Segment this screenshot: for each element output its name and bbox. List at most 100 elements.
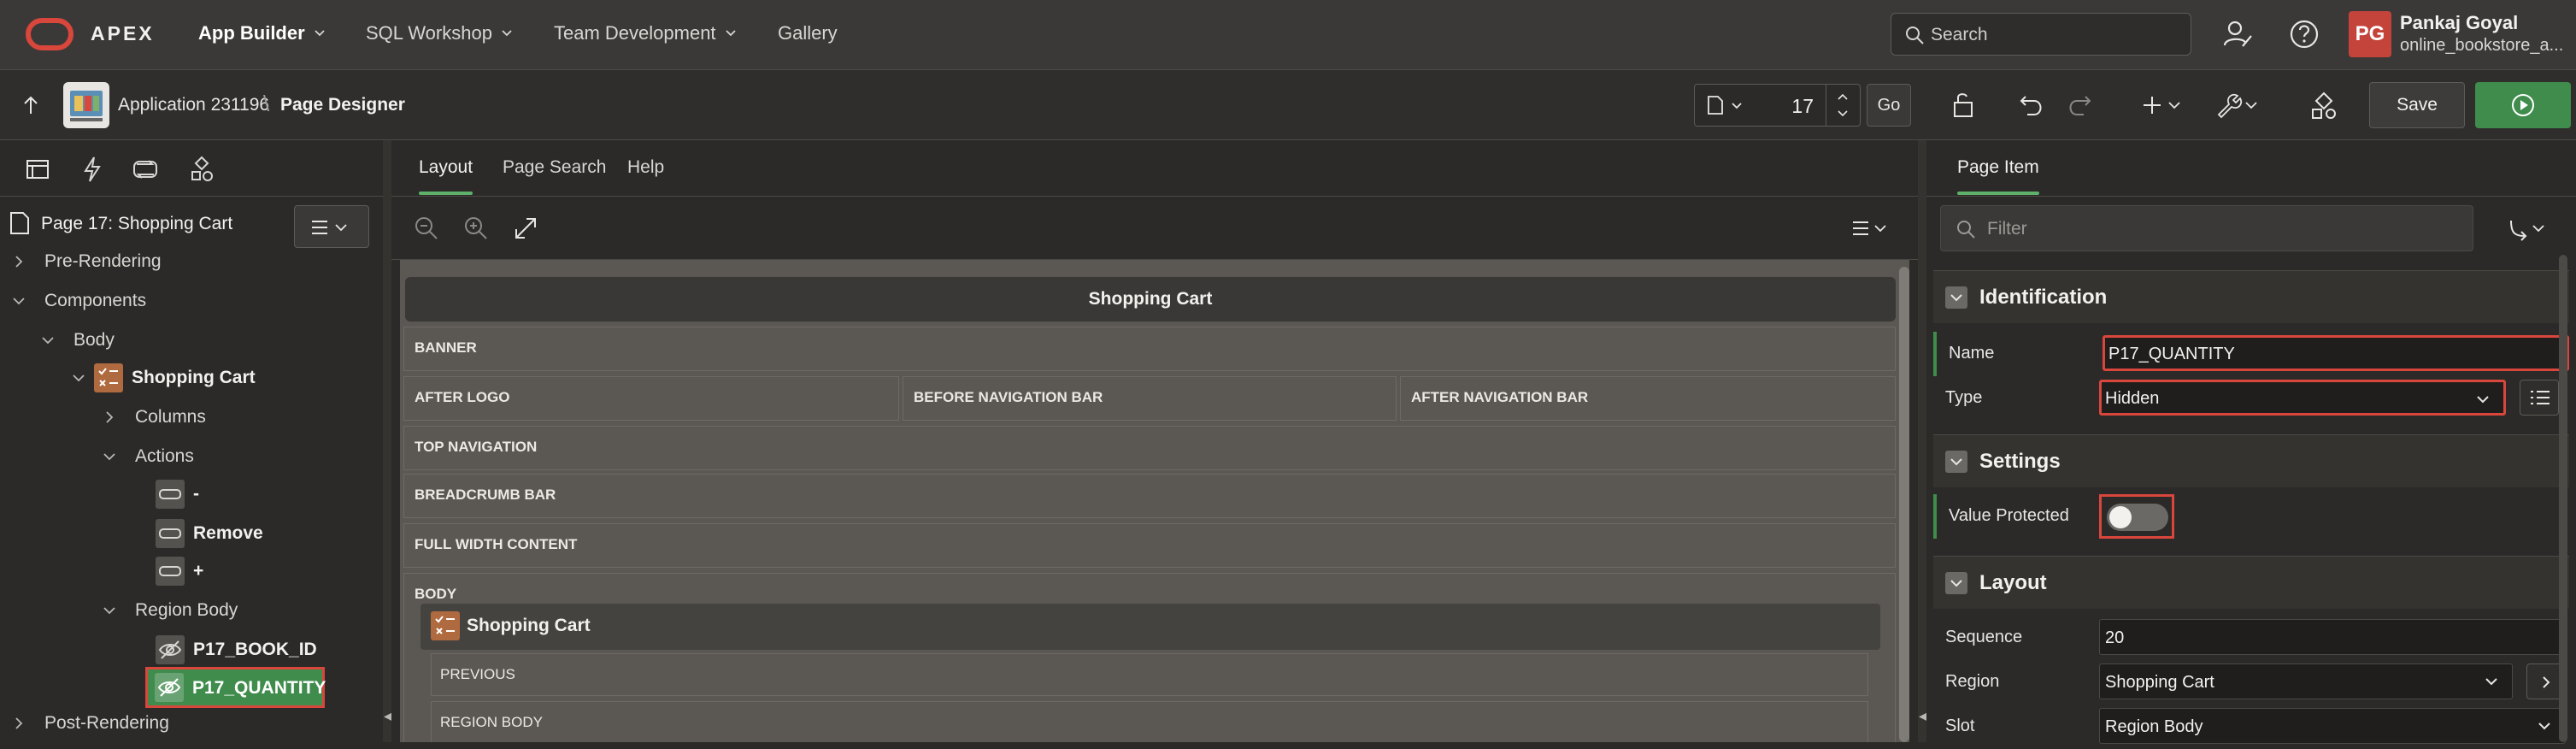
- slot-before-navigation-bar[interactable]: BEFORE NAVIGATION BAR: [903, 376, 1397, 421]
- slot-full-width-content[interactable]: FULL WIDTH CONTENT: [403, 523, 1896, 568]
- section-layout[interactable]: Layout: [1933, 556, 2569, 609]
- right-splitter[interactable]: ◀: [1918, 140, 1928, 742]
- region-select[interactable]: Shopping Cart: [2099, 663, 2513, 699]
- section-identification[interactable]: Identification: [1933, 270, 2569, 323]
- type-select[interactable]: Hidden: [2099, 380, 2506, 416]
- slot-after-logo[interactable]: AFTER LOGO: [403, 376, 899, 421]
- slot-breadcrumb-bar[interactable]: BREADCRUMB BAR: [403, 474, 1896, 518]
- property-label: Slot: [1945, 717, 1975, 735]
- tree-node-actions[interactable]: Actions: [0, 439, 383, 474]
- canvas-scrollbar[interactable]: [1899, 267, 1909, 742]
- utilities-wrench-icon[interactable]: [2214, 89, 2261, 121]
- arrow-up-icon[interactable]: [21, 94, 41, 116]
- user-avatar[interactable]: PG: [2349, 11, 2391, 57]
- list-options-button[interactable]: [2520, 380, 2559, 416]
- save-button[interactable]: Save: [2369, 82, 2465, 128]
- tree-node-action-minus[interactable]: -: [0, 477, 383, 511]
- page-tree-title[interactable]: Page 17: Shopping Cart: [41, 214, 232, 234]
- chevron-up-icon[interactable]: [1837, 91, 1849, 102]
- page-number-value[interactable]: 17: [1791, 95, 1814, 118]
- tree-node-region-body[interactable]: Region Body: [0, 593, 383, 628]
- property-editor-scrollbar[interactable]: [2559, 255, 2567, 742]
- tree-node-columns[interactable]: Columns: [0, 400, 383, 434]
- search-icon: [1957, 221, 1975, 239]
- slot-banner[interactable]: BANNER: [403, 327, 1896, 371]
- property-region-row: Region Shopping Cart: [1933, 660, 2569, 705]
- global-search-input[interactable]: Search: [1891, 13, 2191, 56]
- page-number-selector[interactable]: 17: [1694, 84, 1861, 127]
- nav-menu-sql-workshop[interactable]: SQL Workshop: [366, 22, 513, 44]
- left-splitter[interactable]: ◀: [383, 140, 393, 742]
- tab-help[interactable]: Help: [627, 157, 664, 178]
- collapse-toggle[interactable]: [1945, 451, 1967, 473]
- lock-page-icon[interactable]: [1947, 89, 1979, 121]
- tab-layout[interactable]: Layout: [419, 157, 473, 195]
- chevron-down-icon[interactable]: [103, 604, 116, 617]
- property-filter-input[interactable]: Filter: [1940, 205, 2473, 251]
- collapse-toggle[interactable]: [1945, 572, 1967, 594]
- slot-region-body[interactable]: REGION BODY: [431, 701, 1868, 742]
- name-field[interactable]: P17_QUANTITY: [2103, 335, 2569, 371]
- tree-node-pre-rendering[interactable]: Pre-Rendering: [0, 245, 383, 279]
- slot-after-navigation-bar[interactable]: AFTER NAVIGATION BAR: [1400, 376, 1896, 421]
- value-protected-toggle[interactable]: [2107, 504, 2168, 531]
- tree-node-p17-book-id[interactable]: P17_BOOK_ID: [0, 633, 383, 667]
- create-menu-icon[interactable]: [2140, 89, 2188, 121]
- tab-page-item[interactable]: Page Item: [1957, 157, 2039, 195]
- tree-node-shopping-cart-region[interactable]: Shopping Cart: [0, 361, 383, 395]
- chevron-down-icon[interactable]: [1837, 109, 1849, 119]
- processing-tab-icon[interactable]: [128, 152, 162, 186]
- user-name[interactable]: Pankaj Goyal: [2400, 12, 2518, 34]
- expand-icon[interactable]: [511, 214, 540, 243]
- collapse-toggle[interactable]: [1945, 286, 1967, 309]
- redo-icon[interactable]: [2063, 89, 2096, 121]
- rendering-tab-icon[interactable]: [21, 152, 55, 186]
- page-number-stepper[interactable]: [1826, 85, 1860, 126]
- tree-node-action-remove[interactable]: Remove: [0, 516, 383, 551]
- slot-top-navigation[interactable]: TOP NAVIGATION: [403, 426, 1896, 470]
- chevron-down-icon[interactable]: [41, 333, 55, 347]
- property-name-row: Name P17_QUANTITY: [1933, 332, 2569, 376]
- shared-components-icon[interactable]: [2308, 89, 2340, 121]
- tree-node-components[interactable]: Components: [0, 284, 383, 318]
- tab-page-search[interactable]: Page Search: [503, 157, 606, 178]
- user-workspace[interactable]: online_bookstore_a...: [2400, 36, 2571, 56]
- nav-menu-team-development[interactable]: Team Development: [554, 22, 737, 44]
- chevron-down-icon[interactable]: [103, 450, 116, 463]
- chevron-right-icon[interactable]: [12, 717, 26, 730]
- sequence-field[interactable]: 20: [2099, 619, 2566, 655]
- slot-select[interactable]: Region Body: [2099, 708, 2566, 744]
- report-region-icon: [94, 363, 123, 392]
- shared-components-tab-icon[interactable]: [185, 152, 219, 186]
- canvas-region-shopping-cart[interactable]: Shopping Cart: [421, 604, 1880, 650]
- dynamic-actions-tab-icon[interactable]: [75, 152, 109, 186]
- tree-node-body[interactable]: Body: [0, 323, 383, 357]
- tree-node-p17-quantity[interactable]: P17_QUANTITY: [145, 667, 326, 708]
- tree-node-post-rendering[interactable]: Post-Rendering: [0, 706, 383, 740]
- slot-previous[interactable]: PREVIOUS: [431, 653, 1868, 696]
- go-button[interactable]: Go: [1867, 84, 1911, 127]
- nav-menu-app-builder[interactable]: App Builder: [198, 22, 326, 44]
- application-icon[interactable]: [63, 82, 109, 128]
- zoom-in-icon[interactable]: [462, 214, 491, 243]
- user-settings-icon[interactable]: [2220, 17, 2255, 51]
- breadcrumb-application[interactable]: Application 231196: [118, 95, 269, 115]
- zoom-out-icon[interactable]: [412, 214, 441, 243]
- tree-menu-button[interactable]: [294, 205, 369, 248]
- oracle-logo-icon[interactable]: [26, 18, 74, 50]
- breadcrumb-page-designer: Page Designer: [280, 95, 405, 115]
- section-settings[interactable]: Settings: [1933, 434, 2569, 487]
- apex-brand[interactable]: APEX: [91, 22, 155, 45]
- run-page-button[interactable]: [2475, 82, 2571, 128]
- help-icon[interactable]: [2287, 17, 2321, 51]
- layout-menu-icon[interactable]: [1850, 214, 1892, 243]
- layout-canvas[interactable]: Shopping Cart BANNER AFTER LOGO BEFORE N…: [400, 260, 1909, 742]
- tree-node-action-plus[interactable]: +: [0, 554, 383, 588]
- undo-icon[interactable]: [2015, 89, 2048, 121]
- chevron-right-icon[interactable]: [103, 410, 116, 424]
- go-to-group-icon[interactable]: [2504, 214, 2552, 245]
- chevron-right-icon[interactable]: [12, 255, 26, 268]
- chevron-down-icon[interactable]: [72, 371, 85, 385]
- nav-menu-gallery[interactable]: Gallery: [778, 22, 838, 44]
- chevron-down-icon[interactable]: [12, 294, 26, 308]
